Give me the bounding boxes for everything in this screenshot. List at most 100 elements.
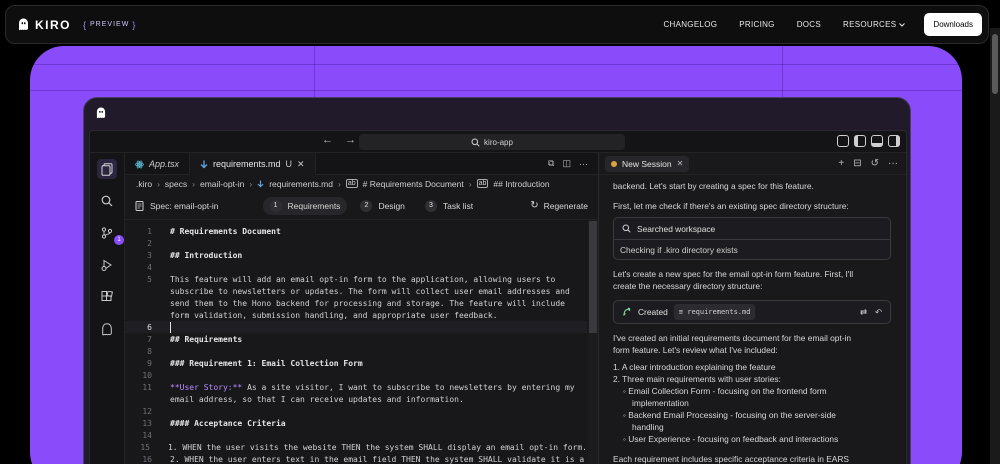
search-icon <box>622 224 631 233</box>
code-line[interactable]: 7 ## Requirements <box>125 333 587 345</box>
command-search[interactable]: kiro-app <box>359 134 625 150</box>
code-line[interactable]: 15 1. WHEN the user visits the website TH… <box>125 441 587 453</box>
editor-tabs: App.tsx requirements.md U ✕ ⧉ ◫ ··· <box>125 153 598 175</box>
step-task-list[interactable]: 3 Task list <box>418 197 480 215</box>
undo-icon[interactable]: ↶ <box>875 306 882 318</box>
split-editor-icon[interactable]: ◫ <box>562 158 571 169</box>
logo-text: KIRO <box>35 17 71 32</box>
code-line[interactable]: 5 This feature will add an email opt-in f… <box>125 273 587 285</box>
code-line[interactable]: 9 ### Requirement 1: Email Collection For… <box>125 357 587 369</box>
list-item: 1. A clear introduction explaining the f… <box>613 362 776 372</box>
line-number: 6 <box>147 322 152 332</box>
run-debug-icon[interactable] <box>97 255 117 275</box>
toggle-panel-icon[interactable] <box>871 135 883 147</box>
diff-icon[interactable]: ⇄ <box>860 306 867 318</box>
line-number: 15 <box>140 442 150 452</box>
code-line[interactable]: 14 <box>125 429 587 441</box>
code-editor[interactable]: 1 # Requirements Document 2 3 ## Introductio… <box>125 221 598 464</box>
extensions-icon[interactable] <box>97 287 117 307</box>
regenerate-button[interactable]: ↻ Regenerate <box>530 200 588 211</box>
step-requirements[interactable]: 1 Requirements <box>262 196 348 215</box>
nav-link-changelog[interactable]: CHANGELOG <box>663 20 717 29</box>
nav-link-pricing[interactable]: PRICING <box>739 20 774 29</box>
breadcrumb-item[interactable]: specs <box>165 179 187 189</box>
document-icon <box>135 200 144 211</box>
chat-history-icon[interactable]: ⊟ <box>853 158 861 169</box>
tool-card-created[interactable]: Created ≡ requirements.md ⇄ ↶ <box>613 300 891 324</box>
breadcrumb-item[interactable]: .kiro <box>136 179 152 189</box>
code-line[interactable]: 6 <box>125 321 587 333</box>
preview-icon[interactable]: ⧉ <box>548 158 554 169</box>
close-icon[interactable]: ✕ <box>677 159 684 168</box>
page-scrollbar-thumb[interactable] <box>992 34 998 94</box>
toggle-sidebar-icon[interactable] <box>854 135 866 147</box>
file-chip[interactable]: ≡ requirements.md <box>673 304 756 320</box>
code-line[interactable]: 16 2. WHEN the user enters text in the em… <box>125 453 587 464</box>
code-line[interactable]: 2 <box>125 237 587 249</box>
back-arrow-icon[interactable]: ← <box>322 134 333 146</box>
downloads-button[interactable]: Downloads <box>924 13 982 36</box>
tab-app-tsx[interactable]: App.tsx <box>125 153 191 175</box>
tab-label: requirements.md <box>213 159 281 169</box>
kiro-ghost-icon[interactable] <box>97 319 117 339</box>
breadcrumb-item[interactable]: requirements.md <box>269 179 333 189</box>
tool-card-detail: Checking if .kiro directory exists <box>620 244 738 255</box>
code-line[interactable]: 13 #### Acceptance Criteria <box>125 417 587 429</box>
tool-card-search[interactable]: Searched workspace Checking if .kiro dir… <box>613 217 891 260</box>
code-line[interactable]: 11 **User Story:** As a site visitor, I w… <box>125 381 587 393</box>
code-line[interactable]: 12 <box>125 405 587 417</box>
code-line[interactable]: subscribe to newsletters or updates. The… <box>125 285 587 297</box>
code-line[interactable]: send them to the Hono backend for proces… <box>125 297 587 309</box>
breadcrumb: .kiro › specs › email-opt-in › requirements… <box>136 178 550 189</box>
code-text: subscribe to newsletters or updates. The… <box>170 286 570 296</box>
code-line[interactable]: 4 <box>125 261 587 273</box>
page: KIRO { PREVIEW } CHANGELOG PRICING DOCS … <box>0 0 1000 464</box>
forward-arrow-icon[interactable]: → <box>345 134 356 146</box>
step-design[interactable]: 2 Design <box>353 197 411 215</box>
refresh-icon: ↻ <box>530 200 539 211</box>
code-line[interactable]: email address, so that I can receive upd… <box>125 393 587 405</box>
more-icon[interactable]: ··· <box>579 159 588 169</box>
code-text: ## Introduction <box>170 250 243 260</box>
close-icon[interactable]: ✕ <box>297 159 305 170</box>
breadcrumb-item[interactable]: ## Introduction <box>493 179 549 189</box>
spec-name-label: Spec: email-opt-in <box>150 200 219 211</box>
editor-pane: App.tsx requirements.md U ✕ ⧉ ◫ ··· .kir… <box>125 153 598 464</box>
breadcrumb-item[interactable]: email-opt-in <box>200 179 244 189</box>
nav-link-docs[interactable]: DOCS <box>797 20 821 29</box>
page-scrollbar[interactable] <box>990 28 1000 464</box>
chevron-down-icon <box>899 22 906 27</box>
editor-scrollbar-thumb[interactable] <box>589 221 597 333</box>
session-tab[interactable]: New Session ✕ <box>605 155 690 172</box>
markdown-file-icon <box>200 160 208 168</box>
search-icon[interactable] <box>97 191 117 211</box>
code-line[interactable]: 8 <box>125 345 587 357</box>
preview-label: PREVIEW <box>90 21 130 28</box>
toggle-secondary-sidebar-icon[interactable] <box>888 135 900 147</box>
code-line[interactable]: form validation, submission handling, an… <box>125 309 587 321</box>
code-text: form validation, submission handling, an… <box>170 310 498 320</box>
nav-link-resources[interactable]: RESOURCES <box>843 20 906 29</box>
explorer-icon[interactable] <box>97 159 117 179</box>
history-icon[interactable]: ↺ <box>871 158 879 169</box>
code-line[interactable]: 1 # Requirements Document <box>125 225 587 237</box>
chat-text: form feature. Let's review what I've inc… <box>613 345 778 355</box>
line-number: 11 <box>142 382 152 392</box>
editor-scrollbar[interactable] <box>588 221 598 464</box>
chat-text: backend. Let's start by creating a spec … <box>613 181 814 191</box>
line-number: 14 <box>142 430 152 440</box>
breadcrumb-item[interactable]: # Requirements Document <box>363 179 464 189</box>
code-line[interactable]: 10 <box>125 369 587 381</box>
list-item-cont: implementation <box>632 398 689 408</box>
plus-icon[interactable]: + <box>838 158 844 169</box>
ghost-logo-icon <box>19 18 28 31</box>
layout-grid-icon[interactable] <box>837 135 849 147</box>
code-line[interactable]: 3 ## Introduction <box>125 249 587 261</box>
more-icon[interactable]: ··· <box>888 158 898 169</box>
code-text: This feature will add an email opt-in fo… <box>170 274 556 284</box>
source-control-icon[interactable]: 1 <box>97 223 124 245</box>
kiro-logo[interactable]: KIRO <box>18 18 71 32</box>
line-number: 13 <box>142 418 152 428</box>
code-text: email address, so that I can receive upd… <box>170 394 464 404</box>
tab-requirements-md[interactable]: requirements.md U ✕ <box>190 153 316 175</box>
